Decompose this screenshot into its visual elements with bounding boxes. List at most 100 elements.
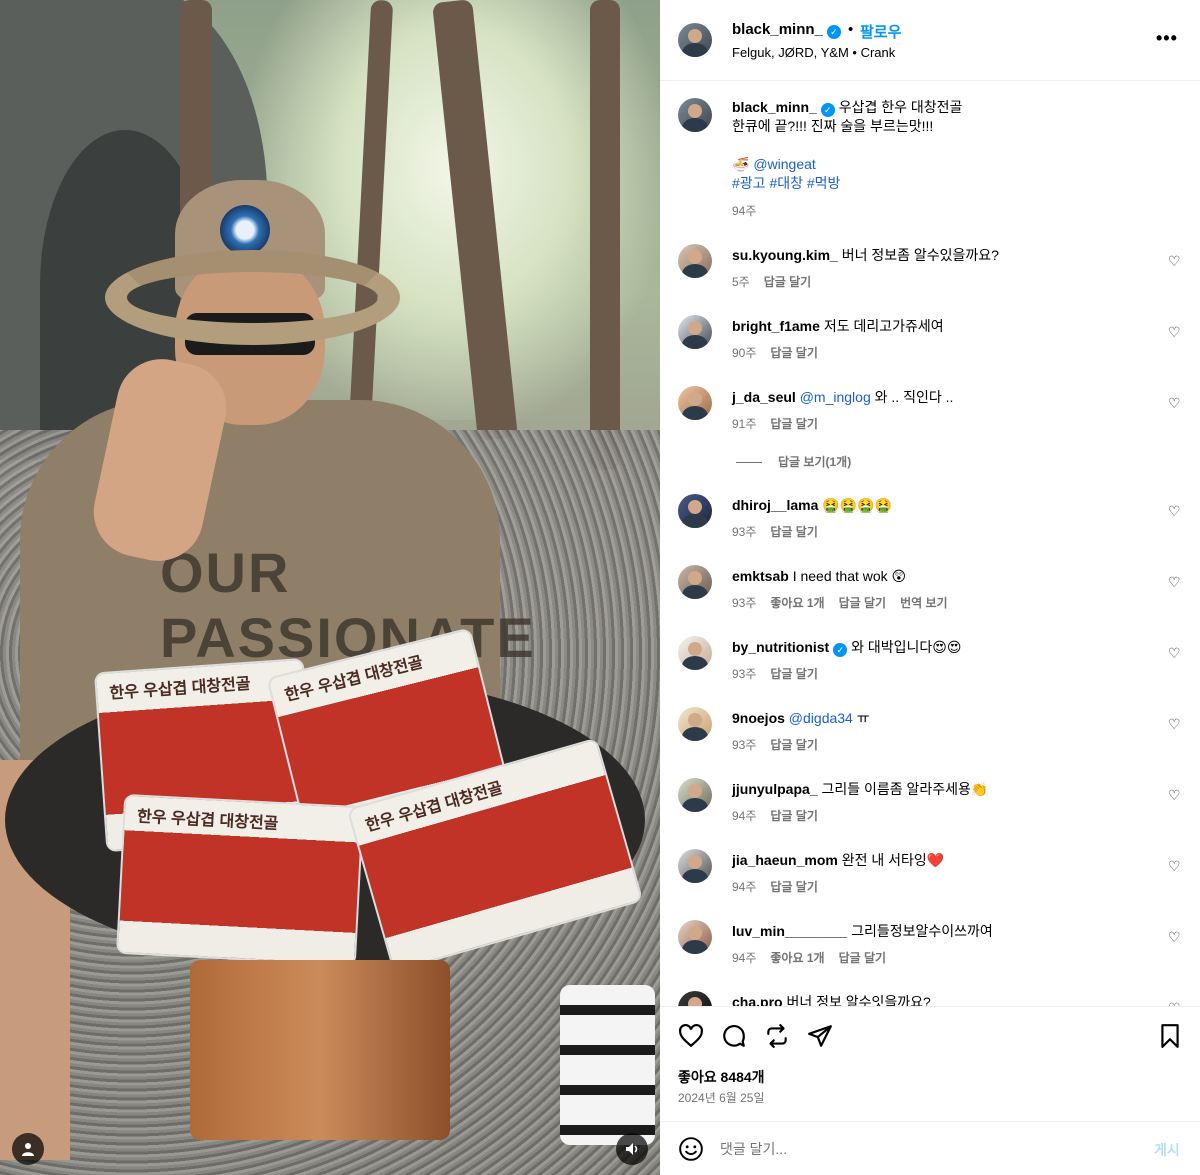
reply-button[interactable]: 답글 달기 (770, 809, 818, 823)
reply-button[interactable]: 답글 달기 (770, 346, 818, 360)
commenter-username[interactable]: jjunyulpapa_ (732, 781, 818, 797)
like-heart-icon[interactable] (678, 1023, 704, 1049)
replies-divider (736, 462, 762, 464)
caption-username[interactable]: black_minn_ (732, 99, 817, 115)
commenter-avatar[interactable] (678, 849, 712, 883)
add-comment-bar: 게시 (660, 1121, 1200, 1175)
comment-text: 저도 데리고가쥬세여 (823, 318, 944, 334)
comment-item: jia_haeun_mom 완전 내 서타잉❤️ 94주 답글 달기 ♡ (660, 849, 1200, 920)
post-header: black_minn_ ✓ • 팔로우 Felguk, JØRD, Y&M • C… (660, 0, 1200, 81)
caption-emoji: 🍜 (732, 156, 754, 172)
like-comment-heart-icon[interactable]: ♡ (1168, 788, 1182, 802)
commenter-avatar[interactable] (678, 636, 712, 670)
tree-trunk (590, 0, 620, 470)
repost-icon[interactable] (764, 1023, 790, 1049)
comment-text: 와 대박입니다😍😍 (851, 639, 962, 655)
like-comment-heart-icon[interactable]: ♡ (1168, 717, 1182, 731)
comment-text: ㅠ (856, 710, 870, 726)
commenter-avatar[interactable] (678, 707, 712, 741)
like-comment-heart-icon[interactable]: ♡ (1168, 396, 1182, 410)
commenter-username[interactable]: su.kyoung.kim_ (732, 247, 838, 263)
comment-item: emktsab I need that wok 😲 93주 좋아요 1개 답글 달기… (660, 565, 1200, 636)
sock (560, 985, 655, 1145)
comment-text: 와 .. 직인다 .. (874, 389, 954, 405)
comment-input[interactable] (720, 1136, 1100, 1162)
food-package: 한우 우삽겹 대창전골 (115, 793, 365, 967)
save-bookmark-icon[interactable] (1157, 1023, 1183, 1049)
reply-button[interactable]: 답글 달기 (770, 738, 818, 752)
like-comment-heart-icon[interactable]: ♡ (1168, 575, 1182, 589)
translate-button[interactable]: 번역 보기 (900, 596, 948, 610)
comment-time: 90주 (732, 346, 757, 360)
reply-button[interactable]: 답글 달기 (770, 880, 818, 894)
comment-time: 93주 (732, 667, 757, 681)
author-avatar[interactable] (678, 98, 712, 132)
commenter-avatar[interactable] (678, 778, 712, 812)
view-replies-button[interactable]: 답글 보기(1개) (736, 453, 851, 470)
author-username[interactable]: black_minn_ ✓ (732, 21, 841, 39)
commenter-username[interactable]: luv_min________ (732, 923, 847, 939)
post-date[interactable]: 2024년 6월 25일 (678, 1089, 765, 1106)
commenter-username[interactable]: bright_f1ame (732, 318, 820, 334)
hat-badge (220, 205, 270, 255)
comment-item: j_da_seul @m_inglog 와 .. 직인다 .. 91주 답글 달기… (660, 386, 1200, 457)
comment-mention[interactable]: @m_inglog (800, 389, 871, 405)
post-comment-button[interactable]: 게시 (1154, 1140, 1180, 1160)
follow-button[interactable]: 팔로우 (860, 21, 901, 42)
caption-text: black_minn_ ✓ 우삽겹 한우 대창전골 한큐에 끝?!!! 진짜 술을… (732, 98, 1172, 193)
comment-item: 9noejos @digda34 ㅠ 93주 답글 달기 ♡ (660, 707, 1200, 778)
emoji-icon[interactable] (678, 1136, 704, 1162)
reply-button[interactable]: 답글 달기 (839, 596, 887, 610)
like-comment-heart-icon[interactable]: ♡ (1168, 504, 1182, 518)
shirt-print: OUR PASSIONATE (160, 541, 536, 669)
comment-text: 그리들 이름좀 알라주세용👏 (821, 781, 989, 797)
like-comment-heart-icon[interactable]: ♡ (1168, 325, 1182, 339)
post-video[interactable]: OUR PASSIONATE 한우 우삽겹 대창전골 한우 우삽겹 대창전골 한… (0, 0, 660, 1175)
reply-button[interactable]: 답글 달기 (764, 275, 812, 289)
comment-mention[interactable]: @digda34 (789, 710, 853, 726)
commenter-avatar[interactable] (678, 920, 712, 954)
commenter-username[interactable]: cha.pro (732, 994, 783, 1006)
like-comment-heart-icon[interactable]: ♡ (1168, 646, 1182, 660)
sound-toggle-icon[interactable] (616, 1133, 648, 1165)
caption-mention[interactable]: @wingeat (753, 156, 815, 172)
comment-text: 그리들정보알수이쓰까여 (851, 923, 993, 939)
commenter-avatar[interactable] (678, 991, 712, 1006)
comment-likes[interactable]: 좋아요 1개 (770, 596, 824, 610)
commenter-username[interactable]: jia_haeun_mom (732, 852, 838, 868)
post-actions: 좋아요 8484개 2024년 6월 25일 (660, 1006, 1200, 1121)
comment-likes[interactable]: 좋아요 1개 (770, 951, 824, 965)
like-comment-heart-icon[interactable]: ♡ (1168, 254, 1182, 268)
likes-count[interactable]: 좋아요 8484개 (678, 1067, 765, 1087)
commenter-avatar[interactable] (678, 494, 712, 528)
commenter-avatar[interactable] (678, 565, 712, 599)
commenter-username[interactable]: j_da_seul (732, 389, 796, 405)
commenter-username[interactable]: emktsab (732, 568, 789, 584)
commenter-username[interactable]: by_nutritionist (732, 639, 829, 655)
author-avatar[interactable] (678, 23, 712, 57)
verified-badge-icon: ✓ (833, 643, 848, 657)
hashtag[interactable]: #먹방 (807, 175, 841, 191)
like-comment-heart-icon[interactable]: ♡ (1168, 859, 1182, 873)
comment-bubble-icon[interactable] (721, 1023, 747, 1049)
like-comment-heart-icon[interactable]: ♡ (1168, 930, 1182, 944)
reply-button[interactable]: 답글 달기 (839, 951, 887, 965)
comments-list[interactable]: black_minn_ ✓ 우삽겹 한우 대창전골 한큐에 끝?!!! 진짜 술을… (660, 82, 1200, 1006)
comment-item: bright_f1ame 저도 데리고가쥬세여 90주 답글 달기 ♡ (660, 315, 1200, 386)
hashtag[interactable]: #광고 (732, 175, 766, 191)
tagged-users-icon[interactable] (12, 1133, 44, 1165)
commenter-username[interactable]: dhiroj__lama (732, 497, 818, 513)
share-paper-plane-icon[interactable] (807, 1023, 833, 1049)
commenter-username[interactable]: 9noejos (732, 710, 785, 726)
audio-attribution[interactable]: Felguk, JØRD, Y&M • Crank (732, 45, 895, 60)
reply-button[interactable]: 답글 달기 (770, 525, 818, 539)
comment-text: 버너 정보좀 알수있을까요? (841, 247, 999, 263)
more-options-icon[interactable]: ••• (1156, 28, 1178, 49)
comment-text: I need that wok 😲 (792, 568, 907, 584)
reply-button[interactable]: 답글 달기 (770, 667, 818, 681)
commenter-avatar[interactable] (678, 315, 712, 349)
commenter-avatar[interactable] (678, 386, 712, 420)
hashtag[interactable]: #대창 (769, 175, 803, 191)
reply-button[interactable]: 답글 달기 (770, 417, 818, 431)
commenter-avatar[interactable] (678, 244, 712, 278)
